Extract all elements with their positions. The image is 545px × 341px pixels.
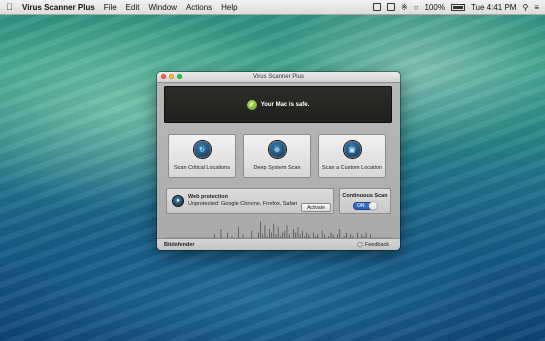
window-title: Virus Scanner Plus	[253, 74, 304, 80]
activity-bar	[220, 229, 222, 238]
scan-critical-label: Scan Critical Locations	[174, 165, 230, 171]
bluetooth-icon[interactable]: ※	[401, 3, 408, 12]
status-area: ※ ○ 100% Tue 4:41 PM ⚲ ≡	[372, 2, 539, 12]
activity-bar	[302, 230, 303, 238]
activity-bar	[277, 227, 279, 238]
toggle-label: ON	[357, 203, 365, 209]
web-protection-panel: ● Web protection Unprotected: Google Chr…	[166, 188, 334, 214]
continuous-scan-title: Continuous Scan	[342, 193, 388, 199]
feedback-label: Feedback	[364, 242, 389, 248]
activity-bar	[273, 223, 275, 238]
menu-actions[interactable]: Actions	[186, 3, 212, 12]
continuous-scan-panel: Continuous Scan ON	[339, 188, 391, 214]
toggle-knob	[369, 202, 377, 210]
activate-button[interactable]: Activate	[301, 203, 331, 212]
activity-bar	[269, 229, 270, 238]
minimize-button[interactable]	[169, 74, 174, 79]
zoom-button[interactable]	[177, 74, 182, 79]
feedback-icon: ◯	[357, 242, 363, 248]
notification-center-icon[interactable]: ≡	[534, 3, 539, 12]
activity-bar	[260, 221, 261, 238]
activity-graph	[164, 221, 392, 238]
window-titlebar[interactable]: Virus Scanner Plus	[157, 72, 400, 83]
menu-extra-icon[interactable]	[386, 3, 395, 11]
status-panel: ✓ Your Mac is safe.	[164, 86, 392, 123]
activity-bar	[286, 225, 288, 238]
web-protection-title: Web protection	[188, 194, 228, 200]
spotlight-search-icon[interactable]: ⚲	[522, 3, 528, 12]
brand-label: Bitdefender	[164, 242, 195, 248]
activity-bar	[297, 227, 299, 238]
battery-icon[interactable]	[450, 3, 465, 11]
battery-percent: 100%	[424, 2, 445, 12]
window-controls	[161, 74, 182, 79]
activity-bar	[293, 229, 294, 238]
activity-bar	[264, 225, 266, 238]
menu-bar:  Virus Scanner Plus File Edit Window Ac…	[0, 0, 545, 15]
folder-icon: ▣	[343, 141, 361, 158]
crosshair-icon: ⊕	[268, 141, 286, 158]
scan-custom-label: Scan a Custom Location	[322, 165, 382, 171]
shield-icon: ●	[173, 196, 183, 206]
menu-file[interactable]: File	[104, 3, 117, 12]
scan-buttons: ↻ Scan Critical Locations ⊕ Deep System …	[168, 134, 386, 178]
menu-edit[interactable]: Edit	[126, 3, 140, 12]
checkmark-icon: ✓	[246, 99, 257, 110]
menu-clock[interactable]: Tue 4:41 PM	[471, 3, 517, 12]
menu-window[interactable]: Window	[148, 3, 176, 12]
activity-bar	[321, 230, 323, 238]
deep-system-scan-button[interactable]: ⊕ Deep System Scan	[243, 134, 311, 178]
deep-scan-label: Deep System Scan	[253, 165, 301, 171]
menu-app-name[interactable]: Virus Scanner Plus	[22, 3, 95, 12]
web-protection-subtitle: Unprotected: Google Chrome, Firefox, Saf…	[188, 201, 298, 207]
activity-bar	[284, 230, 286, 238]
activity-bar	[339, 229, 341, 238]
window-footer: Bitdefender ◯ Feedback	[157, 238, 400, 250]
wifi-icon[interactable]: ○	[414, 3, 419, 12]
activity-bar	[238, 227, 239, 238]
menu-help[interactable]: Help	[221, 3, 237, 12]
status-message: Your Mac is safe.	[260, 101, 310, 108]
radar-icon: ↻	[193, 141, 211, 158]
apple-menu-icon[interactable]: 	[6, 2, 16, 12]
activity-bar	[251, 230, 253, 238]
continuous-scan-toggle[interactable]: ON	[353, 202, 377, 210]
app-window: Virus Scanner Plus ✓ Your Mac is safe. ↻…	[157, 72, 400, 250]
close-button[interactable]	[161, 74, 166, 79]
scan-custom-location-button[interactable]: ▣ Scan a Custom Location	[318, 134, 386, 178]
bitdefender-status-icon[interactable]	[372, 3, 381, 11]
scan-critical-locations-button[interactable]: ↻ Scan Critical Locations	[168, 134, 236, 178]
feedback-link[interactable]: ◯ Feedback	[357, 242, 389, 248]
